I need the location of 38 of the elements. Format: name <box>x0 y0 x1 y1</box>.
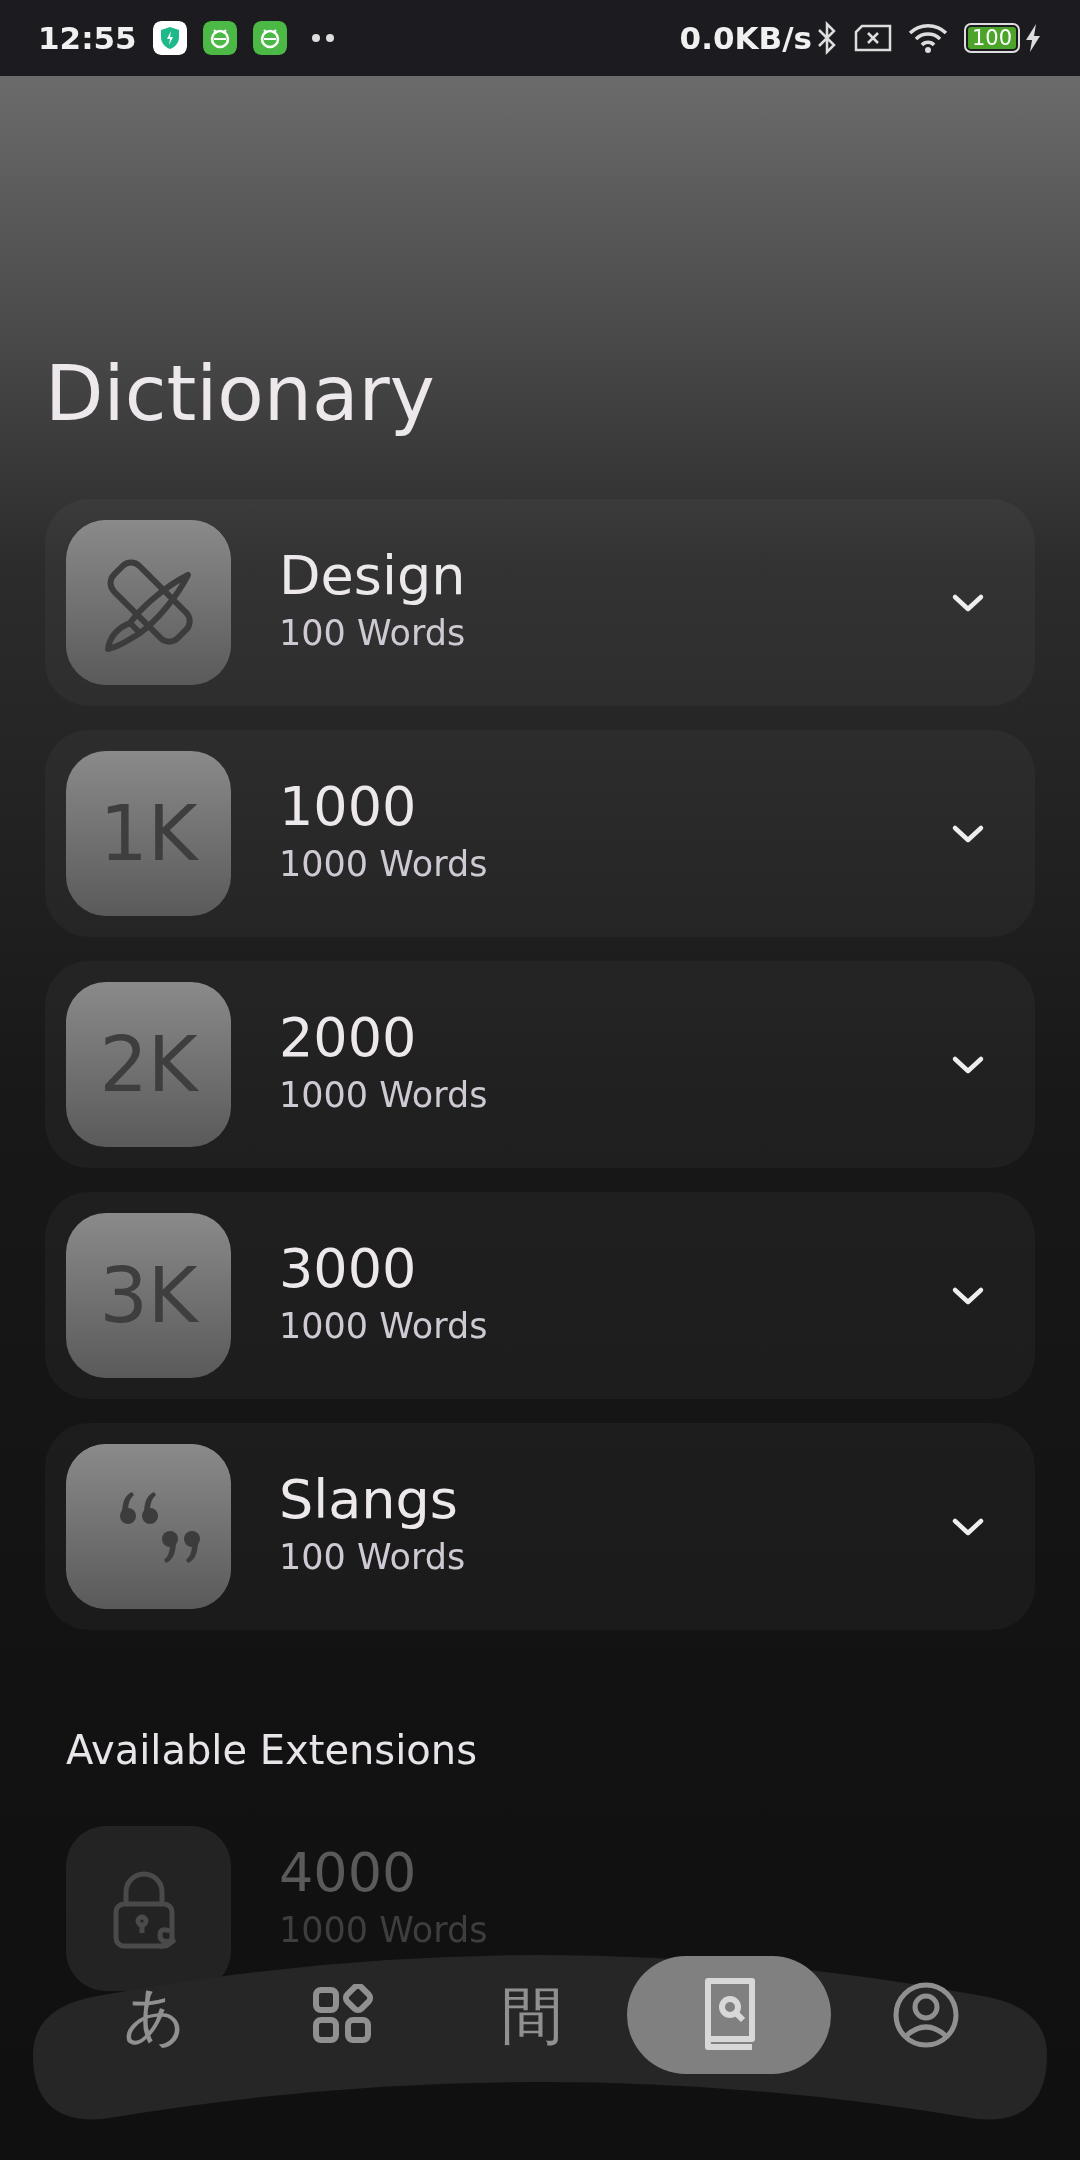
robot-icon <box>252 21 287 55</box>
quote-marks-icon <box>66 1444 231 1610</box>
dictionary-card[interactable]: 3K 3000 1000 Words <box>45 1192 1035 1400</box>
extension-title: 4000 <box>279 1842 418 1905</box>
battery-indicator: 100 <box>963 23 1020 53</box>
dictionary-card[interactable]: Slangs 100 Words <box>45 1423 1035 1631</box>
no-sim-icon <box>853 24 892 52</box>
apps-grid-icon <box>312 1984 375 2046</box>
shield-icon <box>152 21 187 55</box>
dictionary-title: 2000 <box>279 1007 418 1070</box>
dictionary-card[interactable]: 1K 1000 1000 Words <box>45 730 1035 938</box>
bluetooth-icon <box>815 21 838 55</box>
more-icon <box>310 33 335 43</box>
dictionary-card[interactable]: 2K 2000 1000 Words <box>45 961 1035 1169</box>
brush-ruler-icon <box>66 520 231 686</box>
dictionary-card[interactable]: Design 100 Words <box>45 499 1035 707</box>
word-count: 1000 Words <box>279 843 489 887</box>
icon-label: 3K <box>99 1249 198 1342</box>
clock: 12:55 <box>38 18 137 58</box>
icon-label: 1K <box>99 787 198 880</box>
word-count: 100 Words <box>279 1536 467 1580</box>
wifi-icon <box>907 23 948 53</box>
word-count: 100 Words <box>279 612 467 656</box>
nav-tab[interactable]: 間 <box>437 1956 627 2074</box>
word-count: 1000 Words <box>279 1305 489 1349</box>
nav-tab[interactable]: あ <box>60 1956 249 2074</box>
section-heading: Available Extensions <box>65 1726 478 1775</box>
dictionary-title: 1000 <box>279 776 418 839</box>
page-title: Dictionary <box>44 348 436 440</box>
dictionary-title: Slangs <box>279 1469 459 1532</box>
dictionary-title: 3000 <box>279 1238 418 1301</box>
network-speed: 0.0KB/s <box>679 18 812 58</box>
dictionary-title: Design <box>279 545 467 608</box>
robot-icon <box>202 21 237 55</box>
profile-icon <box>891 1981 960 2049</box>
word-count: 1000 Words <box>279 1074 489 1118</box>
charging-icon <box>1024 23 1042 53</box>
icon-label: 2K <box>99 1018 198 1111</box>
